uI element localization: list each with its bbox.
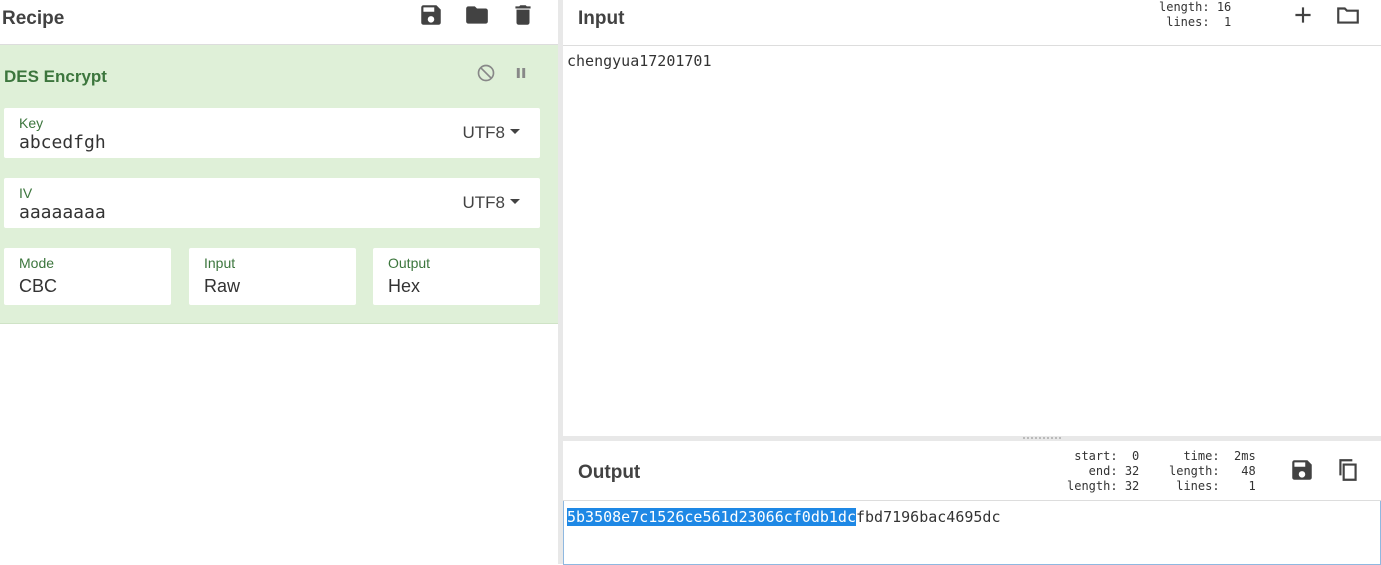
save-output-icon[interactable] [1289, 457, 1315, 483]
input-length-label: length: [1159, 0, 1210, 14]
operation-title: DES Encrypt [4, 67, 107, 86]
output-format-label: Output [388, 255, 431, 271]
plus-icon[interactable] [1290, 2, 1316, 28]
output-start-label: start: [1074, 449, 1118, 463]
recipe-header: Recipe [0, 0, 558, 45]
output-end-row: end: 32 [1067, 464, 1140, 479]
output-selection-stats: start: 0 end: 32 length: 32 [1067, 449, 1139, 494]
recipe-pane: Recipe DES Encrypt Key abcedfgh UTF8 IV … [0, 0, 558, 564]
output-length-value: 48 [1241, 464, 1256, 478]
iv-label: IV [19, 185, 33, 201]
chevron-down-icon [510, 199, 520, 205]
pause-icon[interactable] [511, 63, 531, 83]
output-header: Output start: 0 end: 32 length: 32 time: 2… [563, 441, 1381, 501]
output-textarea[interactable]: 5b3508e7c1526ce561d23066cf0db1dcfbd7196b… [563, 501, 1381, 565]
folder-icon[interactable] [464, 2, 490, 28]
output-selected-text[interactable]: 5b3508e7c1526ce561d23066cf0db1dc [567, 508, 856, 526]
input-title: Input [578, 8, 625, 29]
output-lines-label: lines: [1176, 479, 1220, 493]
output-lines-value: 1 [1248, 479, 1256, 493]
input-stats: length: 16 lines: 1 [1159, 0, 1231, 30]
output-lines-row: lines: 1 [1169, 479, 1256, 494]
trash-icon[interactable] [510, 2, 536, 28]
input-header: Input length: 16 lines: 1 [563, 0, 1381, 46]
chevron-down-icon [510, 129, 520, 135]
output-sel-length-row: length: 32 [1067, 479, 1139, 494]
key-encoding-dropdown[interactable]: UTF8 [462, 123, 520, 143]
output-length-row: length: 48 [1169, 464, 1256, 479]
input-length-row: length: 16 [1159, 0, 1231, 15]
mode-label: Mode [19, 255, 55, 271]
output-sel-length-label: length: [1067, 479, 1118, 493]
input-lines-row: lines: 1 [1159, 15, 1231, 30]
input-textarea[interactable]: chengyua17201701 [567, 52, 712, 70]
output-start-row: start: 0 [1067, 449, 1139, 464]
input-lines-label: lines: [1166, 15, 1210, 29]
output-sel-length-value: 32 [1124, 479, 1140, 493]
key-value[interactable]: abcedfgh [19, 132, 106, 153]
output-length-label: length: [1169, 464, 1220, 478]
input-format-value: Raw [204, 276, 241, 296]
disable-icon[interactable] [476, 63, 496, 83]
iv-encoding-dropdown[interactable]: UTF8 [462, 193, 520, 213]
iv-encoding-label: UTF8 [462, 193, 506, 212]
input-length-value: 16 [1216, 0, 1232, 14]
key-field[interactable]: Key abcedfgh UTF8 [4, 108, 540, 158]
output-end-label: end: [1088, 464, 1118, 478]
output-format-select[interactable]: Output Hex [373, 248, 540, 305]
mode-value: CBC [19, 276, 58, 296]
iv-value[interactable]: aaaaaaaa [19, 202, 106, 223]
input-lines-value: 1 [1224, 15, 1232, 29]
copy-icon[interactable] [1335, 457, 1361, 483]
iv-field[interactable]: IV aaaaaaaa UTF8 [4, 178, 540, 228]
key-encoding-label: UTF8 [462, 123, 506, 142]
des-encrypt-operation: DES Encrypt Key abcedfgh UTF8 IV aaaaaaa… [0, 45, 558, 324]
key-label: Key [19, 115, 44, 131]
output-rest-text[interactable]: fbd7196bac4695dc [856, 508, 1001, 526]
output-start-value: 0 [1132, 449, 1140, 463]
open-folder-icon[interactable] [1335, 2, 1361, 28]
output-stats: time: 2ms length: 48 lines: 1 [1169, 449, 1256, 494]
input-format-select[interactable]: Input Raw [189, 248, 356, 305]
drag-handle-icon[interactable] [1022, 436, 1062, 440]
output-end-value: 32 [1124, 464, 1140, 478]
input-format-label: Input [204, 255, 236, 271]
recipe-title: Recipe [2, 8, 65, 29]
input-pane: Input length: 16 lines: 1 chengyua1720170… [563, 0, 1381, 436]
output-time-row: time: 2ms [1169, 449, 1256, 464]
output-time-label: time: [1183, 449, 1220, 463]
output-pane: Output start: 0 end: 32 length: 32 time: 2… [563, 441, 1381, 565]
output-format-value: Hex [388, 276, 421, 296]
more-options-icon[interactable] [1371, 2, 1381, 28]
mode-select[interactable]: Mode CBC [4, 248, 171, 305]
save-icon[interactable] [418, 2, 444, 28]
output-time-value: 2ms [1234, 449, 1256, 463]
output-title: Output [578, 462, 641, 483]
